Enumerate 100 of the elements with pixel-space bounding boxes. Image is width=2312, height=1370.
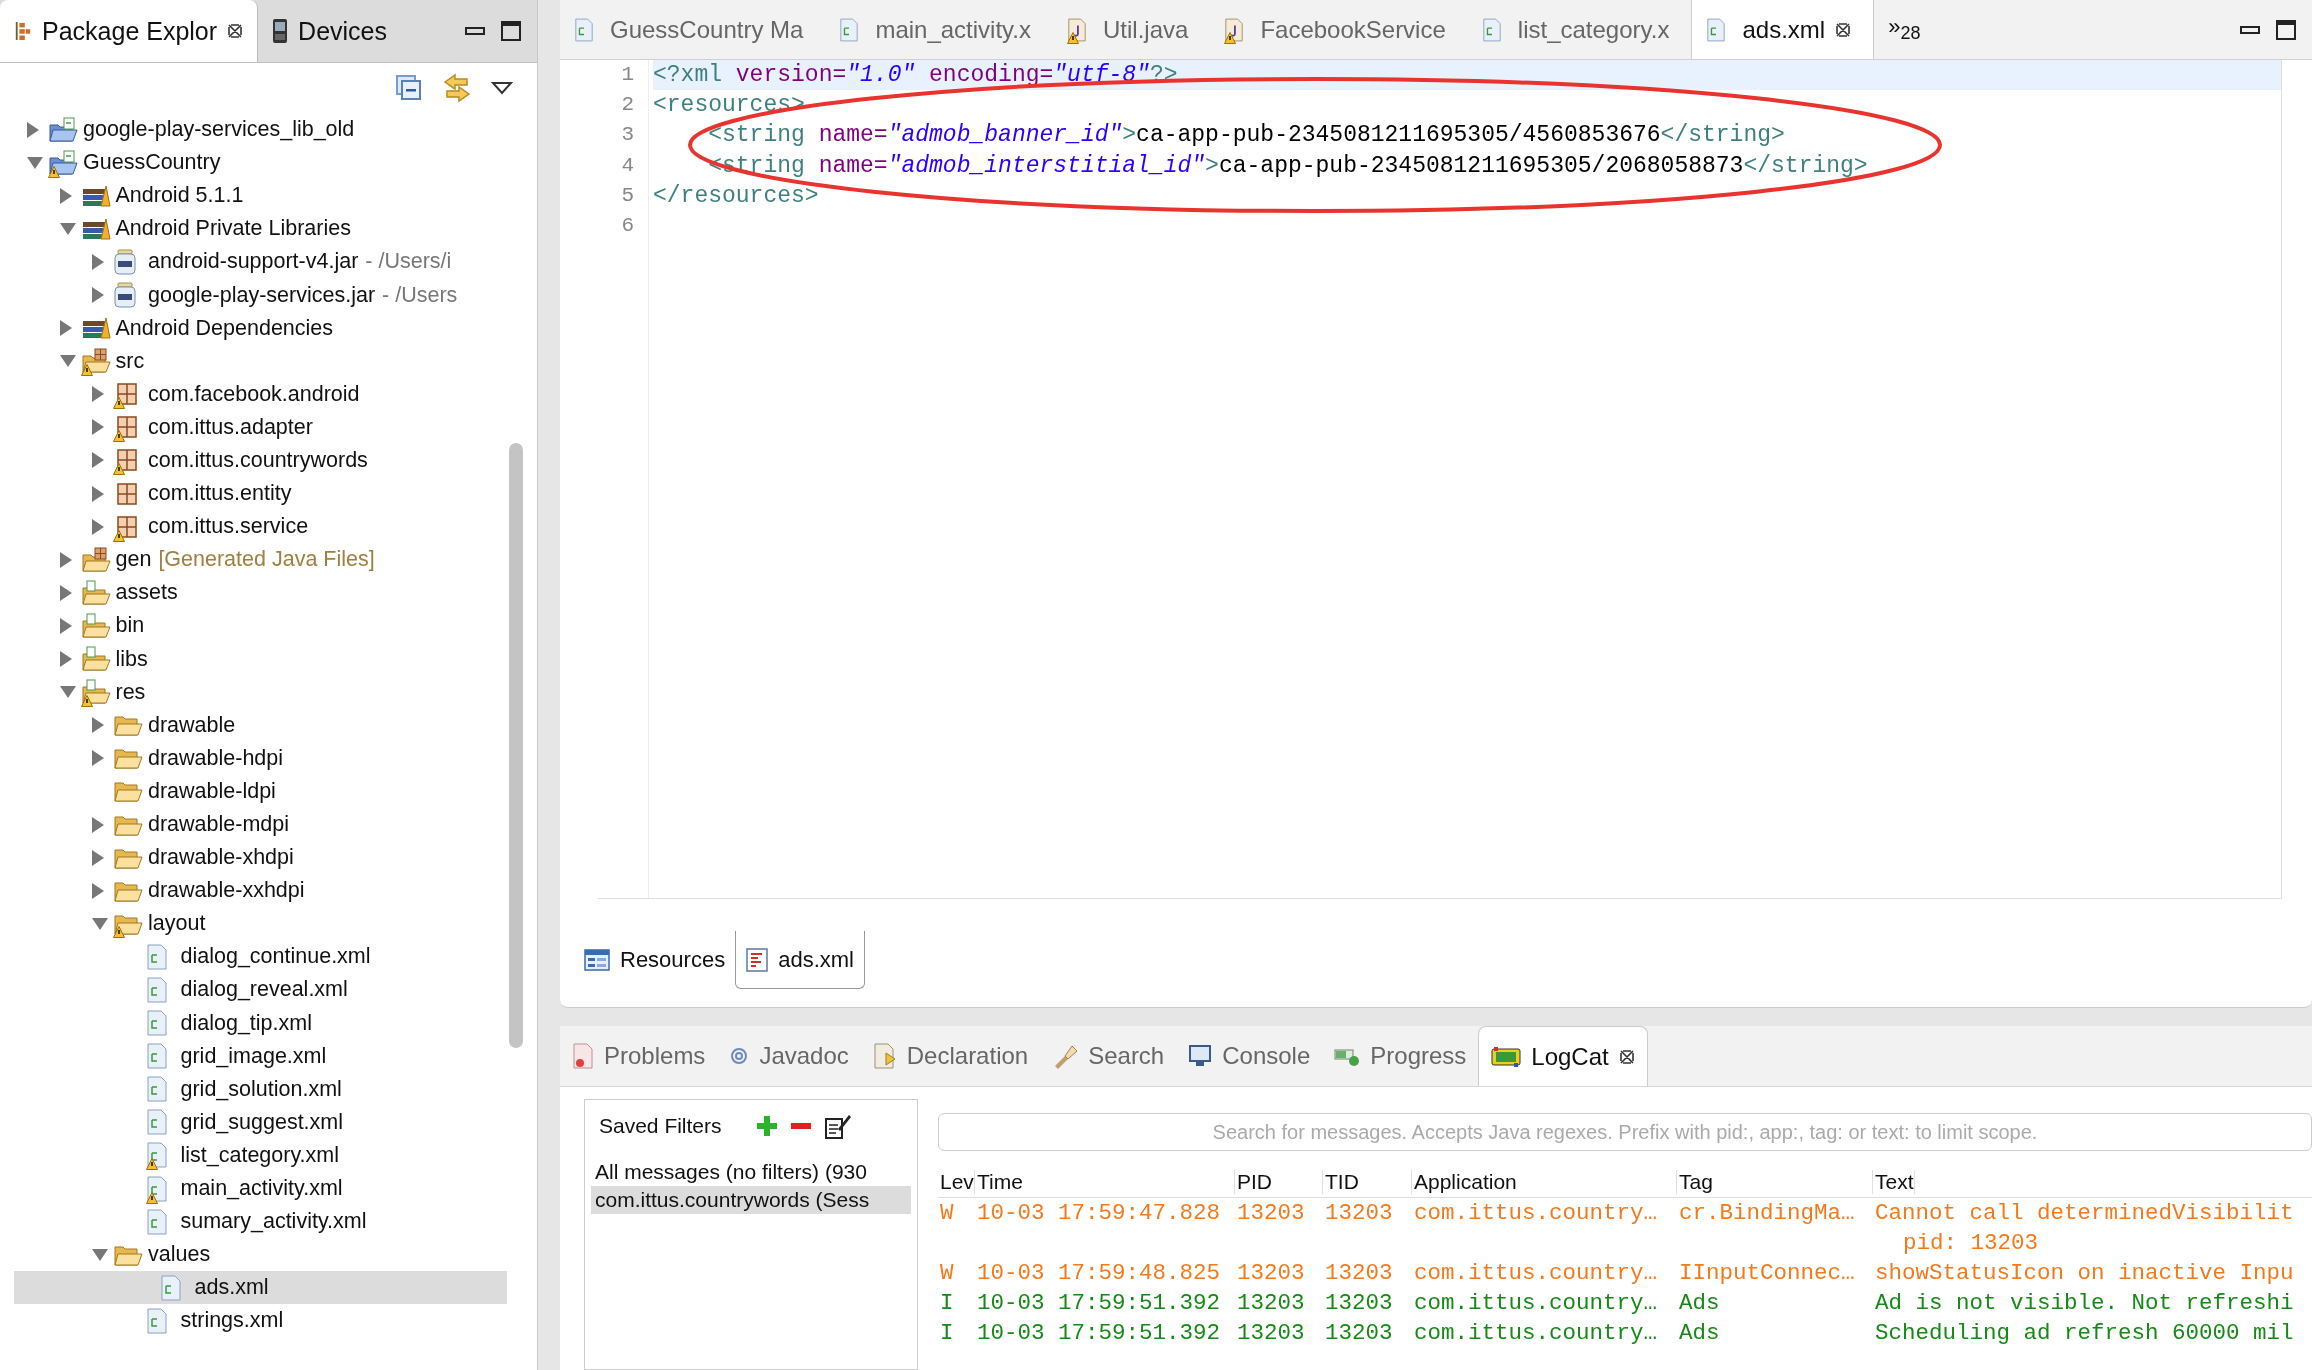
tree-row[interactable]: strings.xml <box>0 1304 507 1338</box>
expand-arrow-icon[interactable] <box>91 451 105 470</box>
editor-tab[interactable]: FacebookService <box>1210 0 1468 59</box>
expand-arrow-icon[interactable] <box>26 120 40 139</box>
tree-row[interactable]: com.ittus.service <box>0 510 507 544</box>
filter-item[interactable]: All messages (no filters) (930 <box>591 1158 911 1186</box>
column-header[interactable]: Time <box>975 1170 1235 1194</box>
tree-row[interactable]: drawable-xhdpi <box>0 841 507 875</box>
expand-arrow-icon[interactable] <box>91 252 105 271</box>
editor-tab[interactable]: GuessCountry Ma <box>560 0 826 59</box>
tree-row[interactable]: grid_solution.xml <box>0 1072 507 1106</box>
tree-row[interactable]: google-play-services.jar - /Users <box>0 278 507 312</box>
minimize-icon[interactable] <box>465 25 485 37</box>
column-header[interactable]: Lev <box>938 1170 975 1194</box>
tree-row[interactable]: drawable-mdpi <box>0 807 507 842</box>
view-tab[interactable]: LogCat <box>1478 1026 1648 1086</box>
tree-row[interactable]: Android 5.1.1 <box>0 179 507 213</box>
expand-arrow-icon[interactable] <box>91 716 105 735</box>
expand-arrow-icon[interactable] <box>58 583 73 602</box>
tree-row[interactable]: gen [Generated Java Files] <box>0 543 507 577</box>
add-icon[interactable] <box>755 1115 778 1137</box>
filter-item[interactable]: com.ittus.countrywords (Sess <box>591 1186 911 1214</box>
expand-arrow-icon[interactable] <box>91 418 105 437</box>
tree-row[interactable]: ads.xml <box>14 1271 507 1305</box>
tree-row[interactable]: src <box>0 344 507 378</box>
close-icon[interactable] <box>1835 21 1852 38</box>
view-tab[interactable]: Package Explor <box>0 0 259 62</box>
tree-row[interactable]: values <box>0 1238 507 1272</box>
tree-row[interactable]: GuessCountry <box>0 146 507 180</box>
expand-arrow-icon[interactable] <box>91 286 105 304</box>
scrollbar-thumb[interactable] <box>509 443 523 1048</box>
view-tab[interactable]: Declaration <box>860 1026 1041 1086</box>
tree-row[interactable]: layout <box>0 907 507 941</box>
tree-row[interactable]: grid_image.xml <box>0 1039 507 1073</box>
editor-tab[interactable]: main_activity.x <box>825 0 1053 59</box>
expand-arrow-icon[interactable] <box>58 319 73 338</box>
close-icon[interactable] <box>1618 1048 1635 1065</box>
edit-icon[interactable] <box>823 1112 852 1140</box>
tree-row[interactable]: com.ittus.countrywords <box>0 443 507 478</box>
minimize-icon[interactable] <box>2240 23 2260 36</box>
view-tab[interactable]: Devices <box>258 0 402 62</box>
column-header[interactable]: Text <box>1873 1170 1915 1194</box>
tree-row[interactable]: drawable <box>0 708 507 742</box>
tree-row[interactable]: drawable-ldpi <box>0 774 507 808</box>
tree-row[interactable]: dialog_reveal.xml <box>0 973 507 1007</box>
view-menu-icon[interactable] <box>491 81 513 95</box>
expand-arrow-icon[interactable] <box>91 385 105 404</box>
editor-tab[interactable]: Util.java <box>1053 0 1211 59</box>
expand-arrow-icon[interactable] <box>91 848 105 867</box>
tree-row[interactable]: res <box>0 675 507 709</box>
tree-row[interactable]: bin <box>0 609 507 643</box>
remove-icon[interactable] <box>789 1122 812 1130</box>
tree-row[interactable]: dialog_continue.xml <box>0 940 507 974</box>
expand-arrow-icon[interactable] <box>91 815 105 834</box>
collapse-arrow-icon[interactable] <box>26 155 44 170</box>
link-arrows-icon[interactable] <box>441 72 473 104</box>
tree-row[interactable]: com.ittus.adapter <box>0 410 507 444</box>
collapse-arrow-icon[interactable] <box>58 354 77 369</box>
close-icon[interactable] <box>227 23 244 39</box>
editor-page-tab[interactable]: ads.xml <box>735 931 865 989</box>
tree-row[interactable]: Android Dependencies <box>0 311 507 345</box>
collapse-arrow-icon[interactable] <box>58 685 77 700</box>
tree-row[interactable]: grid_suggest.xml <box>0 1105 507 1139</box>
tree-row[interactable]: main_activity.xml <box>0 1172 507 1206</box>
view-tab[interactable]: Problems <box>560 1026 718 1086</box>
editor-tab[interactable]: ads.xml <box>1691 0 1875 59</box>
expand-arrow-icon[interactable] <box>58 650 73 669</box>
expand-arrow-icon[interactable] <box>91 749 105 768</box>
tree-row[interactable]: google-play-services_lib_old <box>0 113 507 147</box>
tree-row[interactable]: dialog_tip.xml <box>0 1006 507 1040</box>
column-header[interactable]: TID <box>1323 1170 1412 1194</box>
tree-row[interactable]: assets <box>0 576 507 610</box>
editor-page-tab[interactable]: Resources <box>574 931 736 989</box>
tree-row[interactable]: sumary_activity.xml <box>0 1205 507 1239</box>
editor-tab[interactable]: list_category.x <box>1467 0 1692 59</box>
view-tab[interactable]: Progress <box>1322 1026 1479 1086</box>
tree-row[interactable]: list_category.xml <box>0 1138 507 1172</box>
tree-row[interactable]: com.facebook.android <box>0 377 507 411</box>
column-header[interactable]: Tag <box>1677 1170 1873 1194</box>
tree-row[interactable]: Android Private Libraries <box>0 212 507 246</box>
tree-row[interactable]: drawable-hdpi <box>0 741 507 775</box>
tree-row[interactable]: libs <box>0 642 507 676</box>
view-tab[interactable]: Search <box>1040 1026 1177 1086</box>
column-header[interactable]: Application <box>1412 1170 1677 1194</box>
collapse-all-icon[interactable] <box>395 74 423 102</box>
view-tab[interactable]: Javadoc <box>717 1026 861 1086</box>
more-tabs-button[interactable]: »$_{28}$ <box>1888 14 1921 45</box>
expand-arrow-icon[interactable] <box>58 186 73 205</box>
expand-arrow-icon[interactable] <box>58 550 73 569</box>
tree-row[interactable]: android-support-v4.jar - /Users/i <box>0 245 507 279</box>
column-header[interactable]: PID <box>1235 1170 1323 1194</box>
tree-row[interactable]: com.ittus.entity <box>0 477 507 511</box>
collapse-arrow-icon[interactable] <box>91 1247 109 1262</box>
collapse-arrow-icon[interactable] <box>58 221 77 236</box>
expand-arrow-icon[interactable] <box>91 517 105 536</box>
maximize-icon[interactable] <box>2276 19 2296 40</box>
view-tab[interactable]: Console <box>1176 1026 1323 1086</box>
expand-arrow-icon[interactable] <box>91 881 105 900</box>
tree-row[interactable]: drawable-xxhdpi <box>0 874 507 908</box>
expand-arrow-icon[interactable] <box>58 616 73 635</box>
